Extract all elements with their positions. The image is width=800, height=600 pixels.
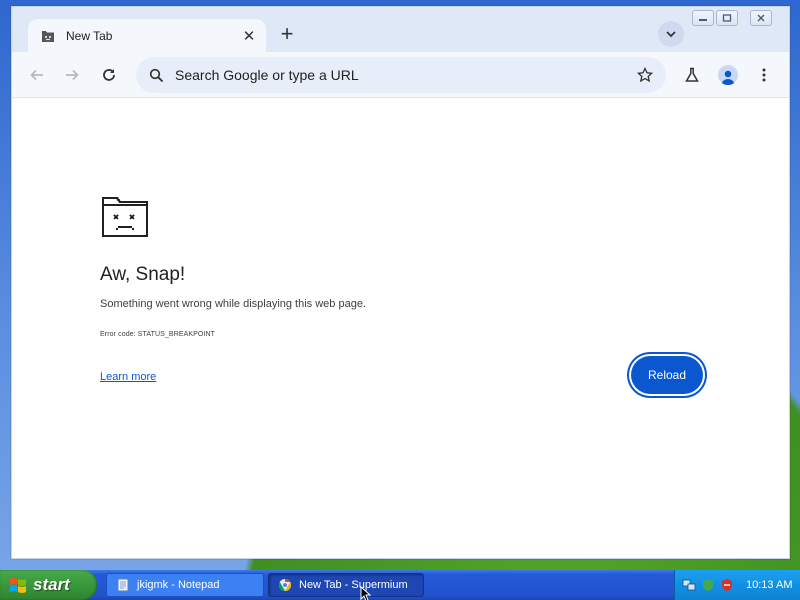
taskbar: start jkigmk - Notepad New Tab - Supermi… <box>0 570 800 600</box>
window-controls <box>692 10 772 26</box>
search-icon <box>146 65 166 85</box>
forward-button[interactable] <box>60 63 84 87</box>
chevron-down-icon <box>666 31 676 38</box>
taskbar-item-notepad[interactable]: jkigmk - Notepad <box>106 573 264 597</box>
reload-icon <box>103 69 115 81</box>
error-heading: Aw, Snap! <box>100 264 186 285</box>
browser-icon <box>277 577 293 593</box>
page-content: Aw, Snap! Something went wrong while dis… <box>12 98 789 558</box>
notepad-icon <box>115 577 131 593</box>
back-icon <box>30 69 43 81</box>
toolbar <box>12 52 789 98</box>
start-button[interactable]: start <box>0 570 97 600</box>
tab-title: New Tab <box>66 29 113 43</box>
person-icon <box>721 70 735 85</box>
menu-button[interactable] <box>752 63 776 87</box>
system-tray: 10:13 AM <box>674 570 800 600</box>
restore-icon <box>722 14 732 22</box>
title-bar: New Tab ✕ + <box>12 7 789 53</box>
taskbar-item-label: jkigmk - Notepad <box>137 579 220 591</box>
reload-page-button[interactable]: Reload <box>631 356 703 394</box>
avatar <box>718 65 738 85</box>
forward-icon <box>66 69 79 81</box>
update-shield-icon[interactable] <box>700 577 716 593</box>
learn-more-link[interactable]: Learn more <box>100 371 156 383</box>
close-icon <box>757 14 765 22</box>
minimize-button[interactable] <box>692 10 714 26</box>
address-input[interactable] <box>175 67 634 83</box>
error-code: Error code: STATUS_BREAKPOINT <box>100 331 216 338</box>
profile-button[interactable] <box>716 63 740 87</box>
omnibox[interactable] <box>136 57 666 93</box>
tab-close-icon[interactable]: ✕ <box>240 27 258 45</box>
minimize-icon <box>699 19 707 21</box>
browser-window: New Tab ✕ + Search Google or type a URL … <box>11 6 790 559</box>
error-message: Something went wrong while displaying th… <box>100 298 366 310</box>
reload-button[interactable] <box>97 63 121 87</box>
tab-new-tab[interactable]: New Tab ✕ <box>28 19 266 53</box>
sad-tab-icon <box>100 195 150 244</box>
tab-search-button[interactable] <box>658 21 684 47</box>
taskbar-item-browser[interactable]: New Tab - Supermium <box>268 573 424 597</box>
flask-icon <box>685 67 699 82</box>
mouse-cursor-icon <box>360 586 372 600</box>
start-label: start <box>33 575 70 594</box>
bookmark-star-icon[interactable] <box>634 64 656 86</box>
windows-logo-icon <box>10 578 26 593</box>
kebab-menu-icon <box>762 68 766 82</box>
labs-button[interactable] <box>680 63 704 87</box>
maximize-button[interactable] <box>716 10 738 26</box>
security-shield-icon[interactable] <box>719 577 735 593</box>
network-icon[interactable] <box>681 577 697 593</box>
new-tab-button[interactable]: + <box>274 21 300 47</box>
clock: 10:13 AM <box>746 579 793 591</box>
taskbar-item-label: New Tab - Supermium <box>299 579 408 591</box>
sad-folder-icon <box>40 28 56 44</box>
close-window-button[interactable] <box>750 10 772 26</box>
back-button[interactable] <box>25 63 49 87</box>
